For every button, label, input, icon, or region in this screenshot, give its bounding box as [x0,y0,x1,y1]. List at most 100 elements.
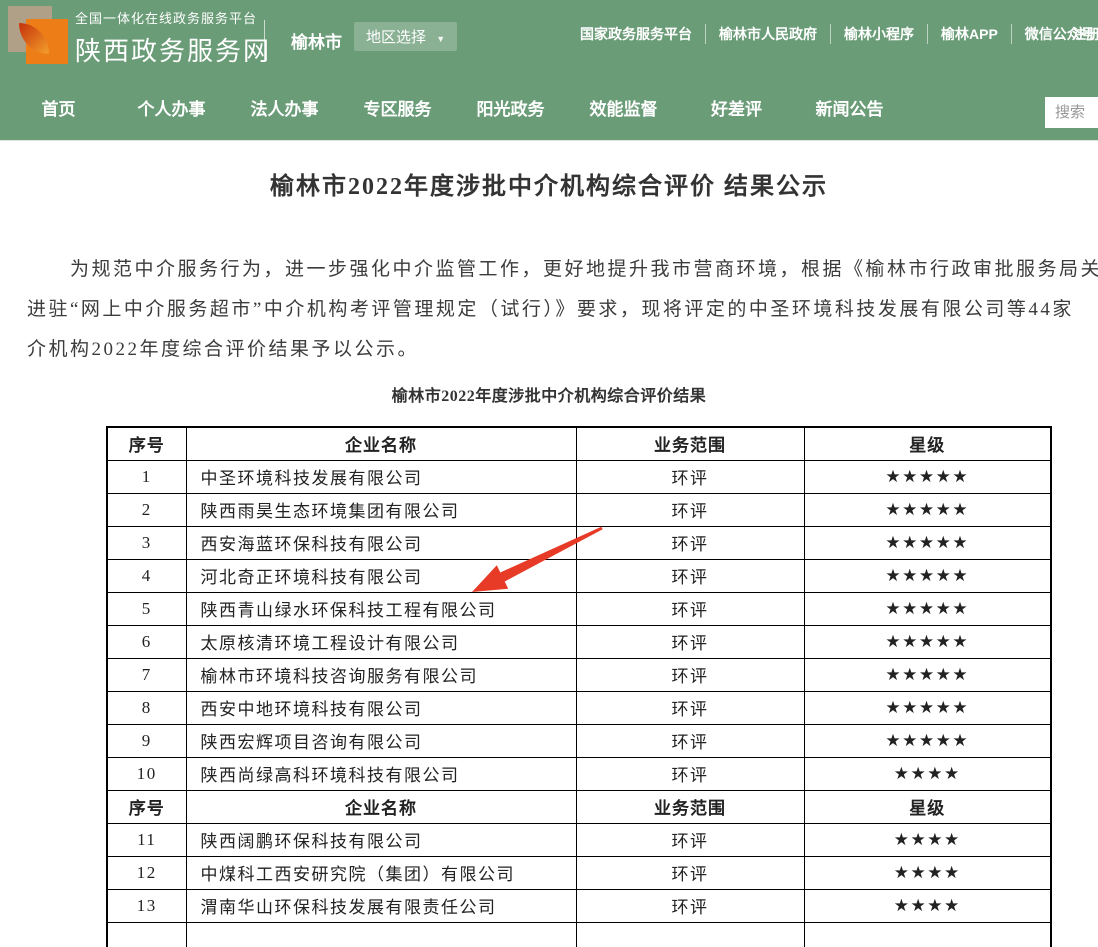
cell-index: 10 [107,757,186,790]
main-nav: 首页个人办事法人办事专区服务阳光政务效能监督好差评新闻公告 [2,86,906,134]
cell-star-rating: ★★★★★ [804,460,1051,493]
table-row [107,922,1051,947]
cell-star-rating: ★★★★★ [804,658,1051,691]
cell-index: 序号 [107,427,186,460]
cell-business-scope: 环评 [576,856,804,889]
search-input[interactable] [1045,97,1098,128]
cell-business-scope: 环评 [576,625,804,658]
cell-company-name: 榆林市环境科技咨询服务有限公司 [186,658,576,691]
cell-index: 8 [107,691,186,724]
top-link[interactable]: 榆林小程序 [844,26,914,42]
cell-company-name: 渭南华山环保科技发展有限责任公司 [186,889,576,922]
cell-index: 7 [107,658,186,691]
chevron-down-icon: ▼ [436,34,445,44]
nav-item[interactable]: 好差评 [680,86,793,134]
register-link[interactable]: 注册 [1072,24,1098,44]
cell-business-scope: 环评 [576,493,804,526]
cell-business-scope: 环评 [576,724,804,757]
nav-item[interactable]: 新闻公告 [793,86,906,134]
top-link-item: 国家政务服务平台 [580,24,705,44]
table-row: 1 中圣环境科技发展有限公司 环评 ★★★★★ [107,460,1051,493]
table-row: 4 河北奇正环境科技有限公司 环评 ★★★★★ [107,559,1051,592]
cell-star-rating: ★★★★★ [804,592,1051,625]
top-link[interactable]: 国家政务服务平台 [580,26,692,42]
top-link-item: 榆林市人民政府 [705,24,830,44]
top-link-item: 榆林APP [927,24,1011,44]
table-row: 9 陕西宏辉项目咨询有限公司 环评 ★★★★★ [107,724,1051,757]
cell-index: 4 [107,559,186,592]
cell-company-name: 陕西雨昊生态环境集团有限公司 [186,493,576,526]
top-link-item: 榆林小程序 [830,24,927,44]
cell-index [107,922,186,947]
table-row: 序号 企业名称 业务范围 星级 [107,427,1051,460]
cell-star-rating: ★★★★ [804,889,1051,922]
page-title: 榆林市2022年度涉批中介机构综合评价 结果公示 [0,168,1098,206]
cell-company-name: 西安中地环境科技有限公司 [186,691,576,724]
article: 榆林市2022年度涉批中介机构综合评价 结果公示 为规范中介服务行为，进一步强化… [0,168,1098,947]
region-select-label: 地区选择 [366,29,426,46]
table-row: 10 陕西尚绿高科环境科技有限公司 环评 ★★★★ [107,757,1051,790]
table-row: 3 西安海蓝环保科技有限公司 环评 ★★★★★ [107,526,1051,559]
table-row: 8 西安中地环境科技有限公司 环评 ★★★★★ [107,691,1051,724]
top-link[interactable]: 榆林APP [941,26,998,42]
nav-item[interactable]: 专区服务 [341,86,454,134]
current-city-label: 榆林市 [291,28,342,53]
top-links: 国家政务服务平台 榆林市人民政府 榆林小程序 榆林APP 微信公众号 [580,24,1098,44]
table-row: 11 陕西阔鹏环保科技有限公司 环评 ★★★★ [107,823,1051,856]
brand-block: 全国一体化在线政务服务平台 陕西政务服务网 [75,8,271,68]
cell-business-scope: 环评 [576,823,804,856]
cell-company-name: 陕西青山绿水环保科技工程有限公司 [186,592,576,625]
cell-star-rating: ★★★★ [804,856,1051,889]
cell-company-name: 中煤科工西安研究院（集团）有限公司 [186,856,576,889]
cell-index: 9 [107,724,186,757]
top-link[interactable]: 榆林市人民政府 [719,26,817,42]
cell-company-name: 企业名称 [186,790,576,823]
cell-index: 1 [107,460,186,493]
table-row: 7 榆林市环境科技咨询服务有限公司 环评 ★★★★★ [107,658,1051,691]
cell-star-rating [804,922,1051,947]
paragraph-line: 为规范中介服务行为，进一步强化中介监管工作，更好地提升我市营商环境，根据《榆林市… [27,250,1098,290]
cell-star-rating: ★★★★ [804,823,1051,856]
site-logo[interactable] [8,6,68,64]
cell-company-name: 河北奇正环境科技有限公司 [186,559,576,592]
cell-index: 12 [107,856,186,889]
cell-company-name: 中圣环境科技发展有限公司 [186,460,576,493]
evaluation-table-body: 序号 企业名称 业务范围 星级 1 中圣环境科技发展有限公司 环评 ★★★★★ … [107,427,1051,947]
cell-index: 2 [107,493,186,526]
cell-business-scope: 环评 [576,658,804,691]
cell-business-scope: 环评 [576,559,804,592]
header-divider [264,20,265,62]
cell-star-rating: ★★★★★ [804,493,1051,526]
cell-business-scope: 环评 [576,757,804,790]
page: 全国一体化在线政务服务平台 陕西政务服务网 榆林市 地区选择 ▼ 国家政务服务平… [0,0,1098,947]
nav-item[interactable]: 首页 [2,86,115,134]
nav-item[interactable]: 法人办事 [228,86,341,134]
cell-index: 13 [107,889,186,922]
paragraph-line: 进驻“网上中介服务超市”中介机构考评管理规定（试行）》要求，现将评定的中圣环境科… [27,290,1098,330]
table-row: 6 太原核清环境工程设计有限公司 环评 ★★★★★ [107,625,1051,658]
cell-star-rating: ★★★★★ [804,724,1051,757]
cell-business-scope: 业务范围 [576,427,804,460]
cell-business-scope: 环评 [576,460,804,493]
cell-index: 11 [107,823,186,856]
table-row: 序号 企业名称 业务范围 星级 [107,790,1051,823]
cell-star-rating: ★★★★★ [804,691,1051,724]
cell-company-name [186,922,576,947]
cell-star-rating: ★★★★ [804,757,1051,790]
nav-item[interactable]: 阳光政务 [454,86,567,134]
table-row: 13 渭南华山环保科技发展有限责任公司 环评 ★★★★ [107,889,1051,922]
table-row: 12 中煤科工西安研究院（集团）有限公司 环评 ★★★★ [107,856,1051,889]
cell-star-rating: 星级 [804,427,1051,460]
cell-company-name: 陕西阔鹏环保科技有限公司 [186,823,576,856]
table-caption: 榆林市2022年度涉批中介机构综合评价结果 [0,386,1098,408]
cell-business-scope [576,922,804,947]
cell-business-scope: 业务范围 [576,790,804,823]
cell-star-rating: ★★★★★ [804,526,1051,559]
site-name: 陕西政务服务网 [75,31,271,68]
cell-company-name: 陕西尚绿高科环境科技有限公司 [186,757,576,790]
region-select-button[interactable]: 地区选择 ▼ [354,22,457,51]
evaluation-table: 序号 企业名称 业务范围 星级 1 中圣环境科技发展有限公司 环评 ★★★★★ … [106,426,1052,947]
nav-item[interactable]: 效能监督 [567,86,680,134]
cell-star-rating: 星级 [804,790,1051,823]
nav-item[interactable]: 个人办事 [115,86,228,134]
